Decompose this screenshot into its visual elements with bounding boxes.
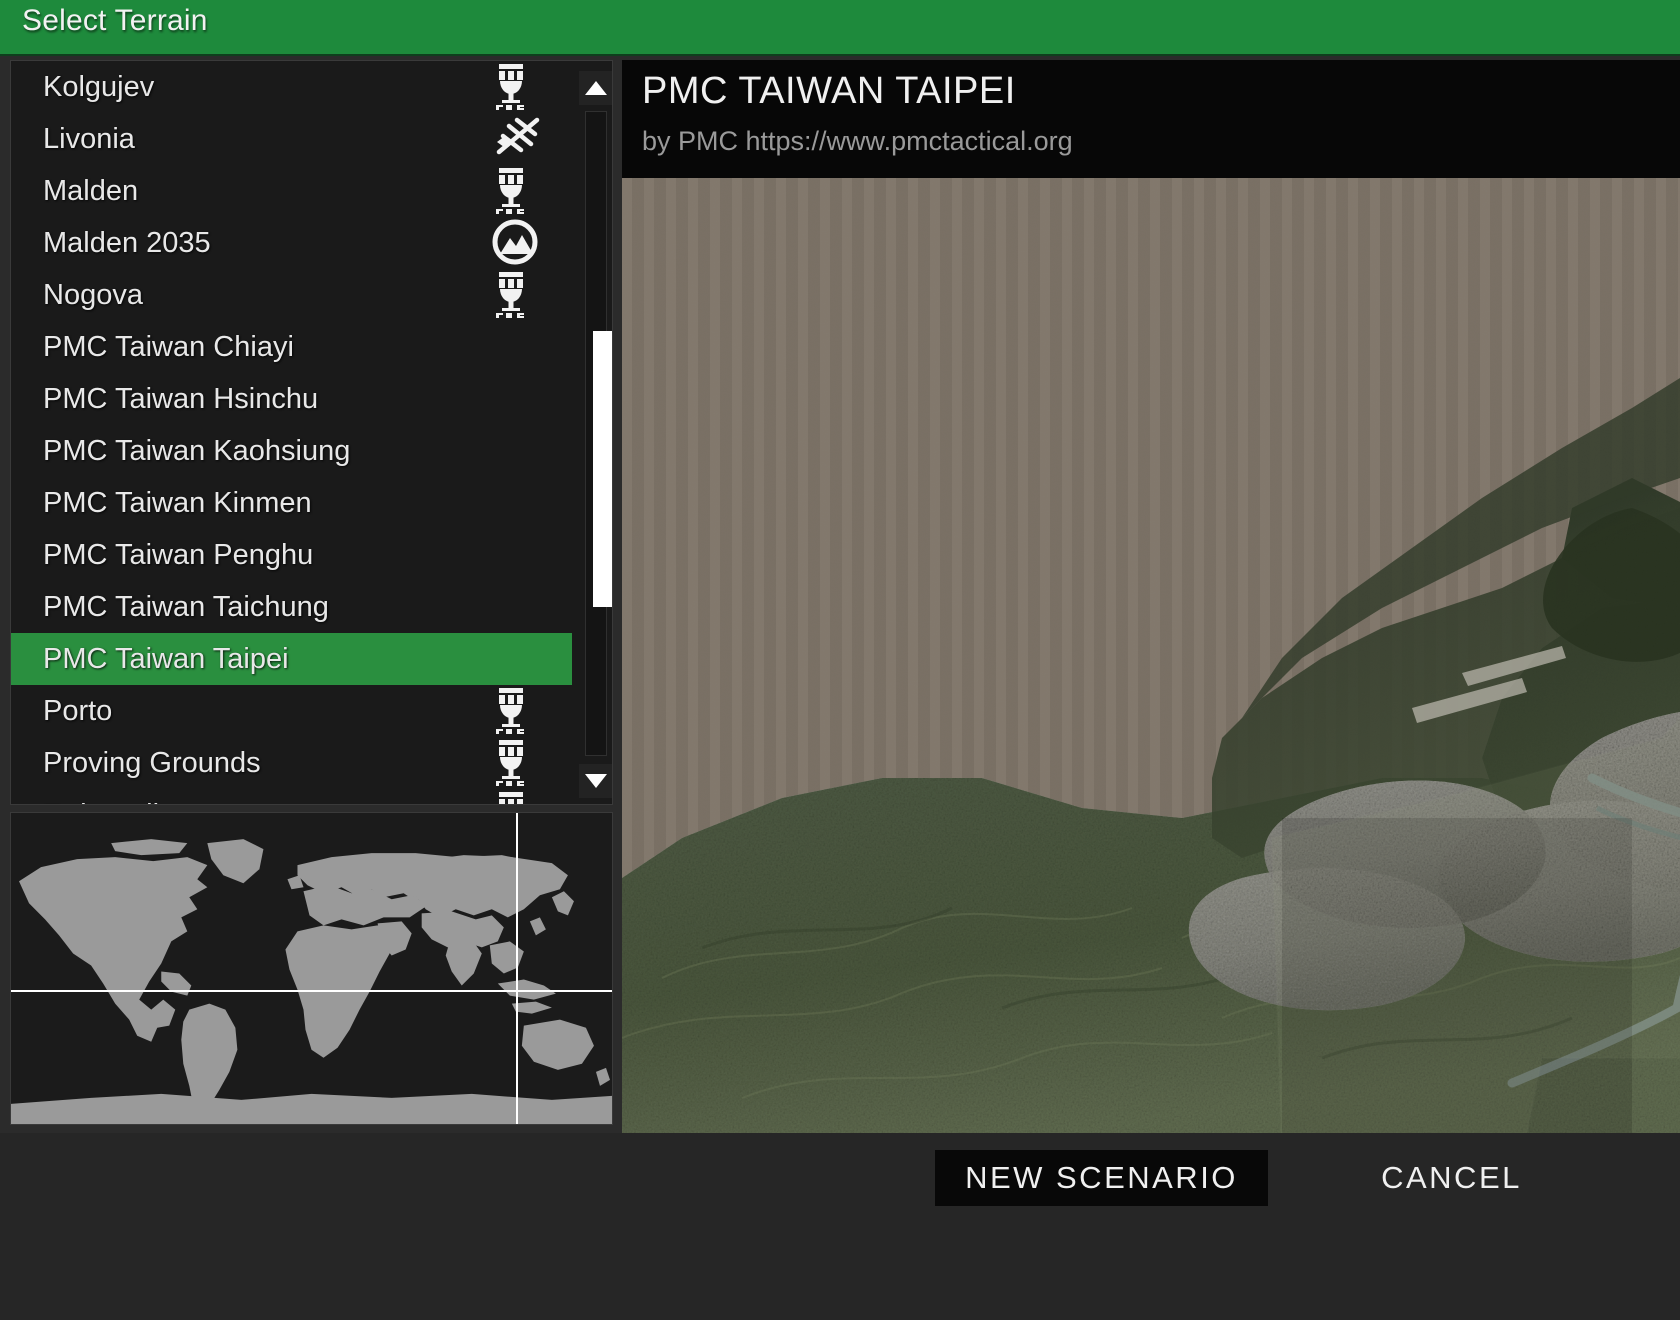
terrain-list-panel[interactable]: Kolgujev Livonia Malden Malden 2035 Nogova PM… [10,60,613,805]
world-map-thumbnail[interactable] [10,812,613,1125]
preview-header: PMC TAIWAN TAIPEI by PMC https://www.pmc… [622,60,1680,178]
terrain-list-item-label: Livonia [43,123,135,155]
terrain-list-item-label: PMC Taiwan Kinmen [43,487,312,519]
cup-icon [491,166,533,216]
select-terrain-dialog: Select Terrain Kolgujev Livonia Malden Mald… [0,0,1680,1320]
terrain-preview-panel: PMC TAIWAN TAIPEI by PMC https://www.pmc… [622,60,1680,1133]
terrain-list-item[interactable]: Rahmadi [11,789,581,804]
dialog-titlebar: Select Terrain [0,0,1680,56]
terrain-list-item-label: Proving Grounds [43,747,261,779]
terrain-list-item-label: PMC Taiwan Penghu [43,539,314,571]
terrain-list-item[interactable]: PMC Taiwan Kaohsiung [11,425,581,477]
terrain-list-item-label: Rahmadi [43,799,159,804]
cup-icon [491,686,533,736]
crosshair-horizontal [11,990,612,993]
terrain-list-item[interactable]: PMC Taiwan Penghu [11,529,581,581]
malden-dlc-icon [491,218,538,268]
terrain-list-item-label: PMC Taiwan Taipei [43,643,289,675]
terrain-list-item-label: Nogova [43,279,143,311]
dialog-title: Select Terrain [22,4,208,37]
terrain-list-item[interactable]: Malden [11,165,581,217]
terrain-list-item[interactable]: PMC Taiwan Taipei [11,633,572,685]
terrain-list-item[interactable]: Livonia [11,113,581,165]
satellite-image-svg [622,178,1680,1133]
cup-icon [491,790,533,804]
dialog-footer: NEW SCENARIO CANCEL [0,1133,1680,1320]
terrain-list-item-label: PMC Taiwan Taichung [43,591,329,623]
cup-icon [491,62,533,112]
terrain-list-item[interactable]: PMC Taiwan Kinmen [11,477,581,529]
terrain-list-item[interactable]: Kolgujev [11,61,581,113]
terrain-satellite-preview [622,178,1680,1133]
terrain-list-scrollbar[interactable] [579,61,612,804]
triangle-down-icon[interactable] [579,764,612,798]
cup-icon [491,738,533,788]
terrain-list-item[interactable]: Porto [11,685,581,737]
new-scenario-button[interactable]: NEW SCENARIO [935,1150,1268,1206]
terrain-list-item-label: Malden [43,175,139,207]
titlebar-underline [0,54,1680,56]
cup-icon [491,270,533,320]
terrain-list-item-label: PMC Taiwan Kaohsiung [43,435,351,467]
contact-dlc-icon [491,114,540,164]
preview-title: PMC TAIWAN TAIPEI [642,70,1016,112]
terrain-list-item-label: Malden 2035 [43,227,211,259]
terrain-list-item[interactable]: Malden 2035 [11,217,581,269]
terrain-list-item[interactable]: Nogova [11,269,581,321]
triangle-up-icon[interactable] [579,71,612,105]
terrain-list-item[interactable]: PMC Taiwan Chiayi [11,321,581,373]
preview-author: by PMC https://www.pmctactical.org [642,126,1073,156]
terrain-list[interactable]: Kolgujev Livonia Malden Malden 2035 Nogova PM… [11,61,581,804]
terrain-list-item[interactable]: PMC Taiwan Taichung [11,581,581,633]
terrain-list-item[interactable]: Proving Grounds [11,737,581,789]
world-map-svg [11,813,612,1124]
cancel-button[interactable]: CANCEL [1285,1150,1618,1206]
scrollbar-thumb[interactable] [593,330,612,608]
crosshair-vertical [515,813,518,1124]
scrollbar-track[interactable] [585,111,612,756]
terrain-list-item[interactable]: PMC Taiwan Hsinchu [11,373,581,425]
terrain-list-item-label: Kolgujev [43,71,155,103]
terrain-list-item-label: PMC Taiwan Hsinchu [43,383,319,415]
terrain-list-item-label: PMC Taiwan Chiayi [43,331,294,363]
terrain-list-item-label: Porto [43,695,113,727]
